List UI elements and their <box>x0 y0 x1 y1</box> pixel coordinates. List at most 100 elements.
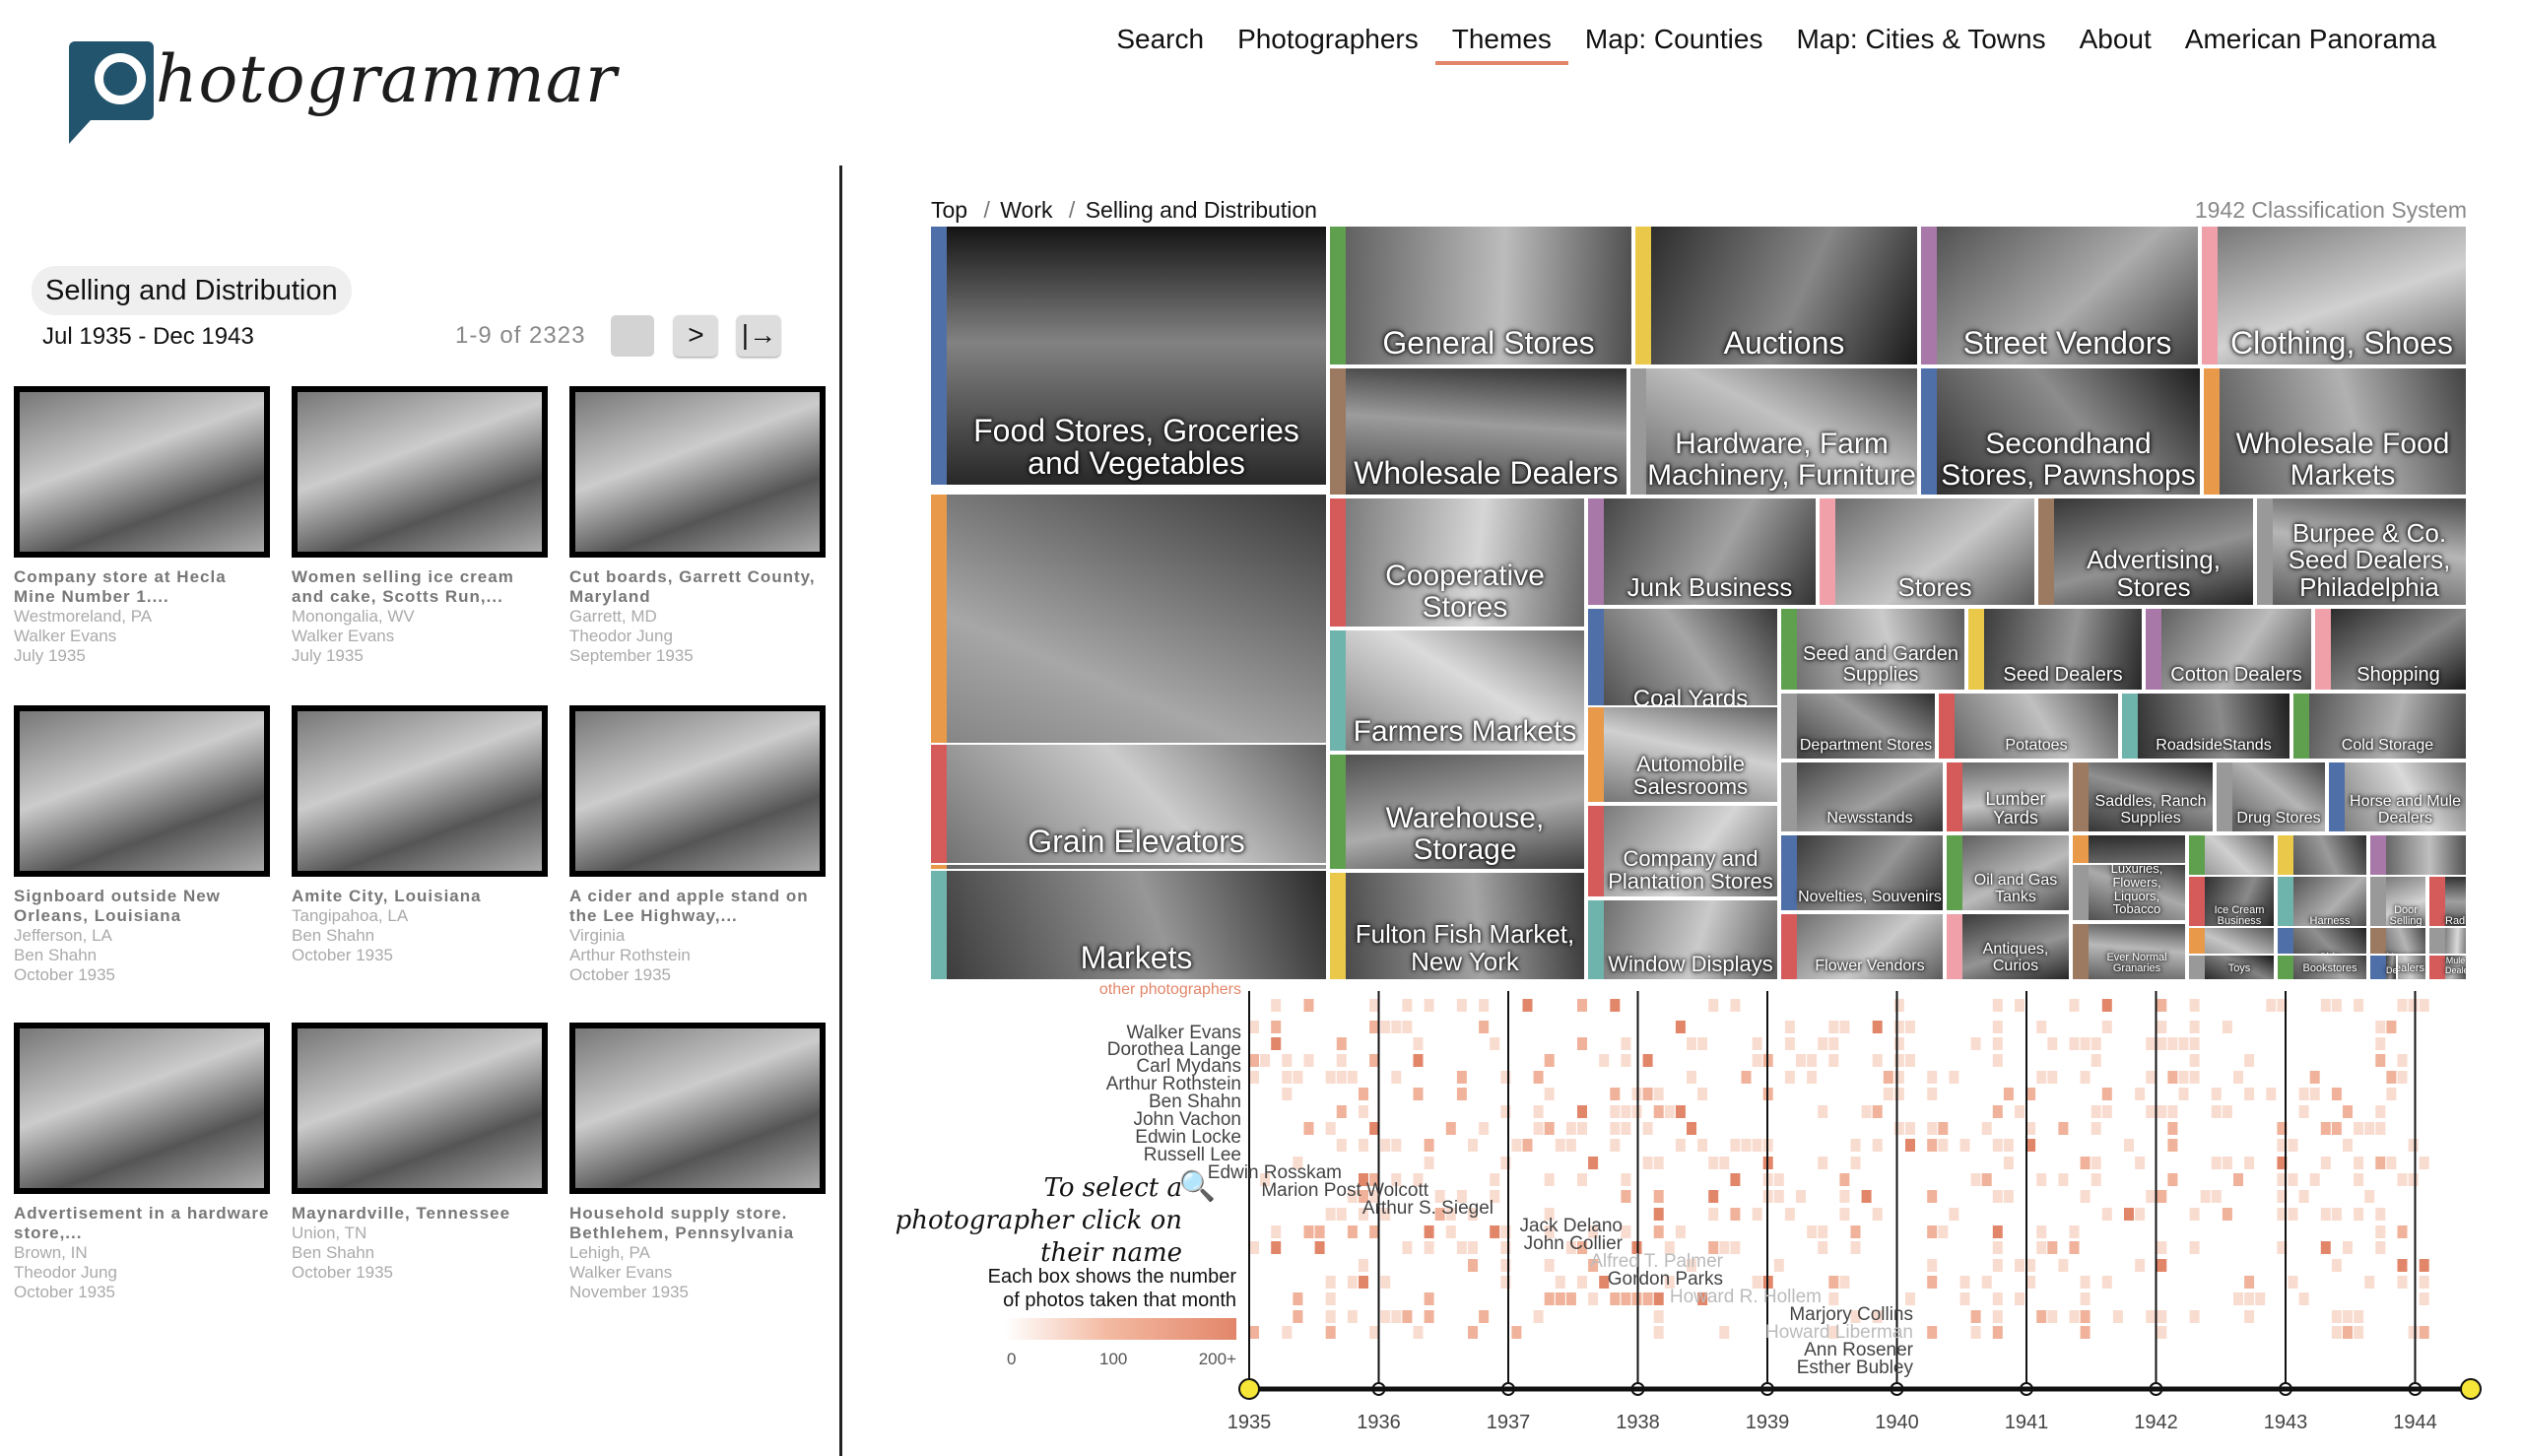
nav-themes[interactable]: Themes <box>1434 20 1568 65</box>
treemap-tile[interactable]: Potatoes <box>1937 692 2120 761</box>
treemap-tile[interactable]: Grain Elevators <box>929 743 1328 865</box>
heat-cell <box>2375 1157 2386 1169</box>
treemap-tile[interactable]: Door Selling <box>2368 875 2427 934</box>
last-page-button[interactable]: |→ <box>737 315 781 357</box>
tile-label: Cooperative Stores <box>1385 560 1545 624</box>
treemap-tile[interactable]: Luxuries, Flowers, Liquors, Tobacco <box>2071 863 2187 922</box>
treemap-tile[interactable]: General Stores <box>1328 225 1633 366</box>
treemap-tile[interactable]: Ever Normal Granaries <box>2071 922 2187 981</box>
photo-photographer[interactable]: Walker Evans <box>14 627 270 646</box>
photo-card[interactable]: Advertisement in a hardware store,... Bro… <box>14 1023 270 1302</box>
treemap-tile[interactable]: Horse and Mule Dealers <box>2427 954 2468 981</box>
treemap-tile[interactable]: Hardware, Farm Machinery, Furniture <box>1628 366 1919 496</box>
photo-photographer[interactable]: Ben Shahn <box>14 946 270 965</box>
treemap-tile[interactable]: Advertising, Stores <box>2036 496 2255 607</box>
next-page-button[interactable]: > <box>674 315 718 357</box>
breadcrumb-work[interactable]: Work <box>1000 197 1052 223</box>
treemap-tile[interactable]: Farmers Markets <box>1328 629 1586 753</box>
treemap-tile[interactable]: Newsstands <box>1779 761 1945 833</box>
photo-thumbnail[interactable] <box>14 705 270 877</box>
treemap-tile[interactable]: Wholesale Dealers <box>1328 366 1628 496</box>
photo-thumbnail[interactable] <box>14 386 270 558</box>
nav-about[interactable]: About <box>2063 20 2168 65</box>
photographer-name[interactable]: Arthur S. Siegel <box>1362 1199 1493 1218</box>
treemap-tile[interactable]: Department Stores <box>1779 692 1937 761</box>
photo-thumbnail[interactable] <box>569 705 826 877</box>
photo-photographer[interactable]: Ben Shahn <box>292 1243 548 1263</box>
photo-card[interactable]: Company store at Hecla Mine Number 1....… <box>14 386 270 666</box>
photo-thumbnail[interactable] <box>14 1023 270 1194</box>
treemap-tile[interactable]: Antiques, Curios <box>1945 912 2071 981</box>
treemap-tile[interactable]: Cotton Dealers <box>2144 607 2313 692</box>
heat-cell <box>2189 1037 2200 1050</box>
heat-cell <box>2266 999 2277 1012</box>
photo-card[interactable]: Household supply store. Bethlehem, Penns… <box>569 1023 826 1302</box>
legend-tick: 200+ <box>1198 1350 1236 1368</box>
photo-thumbnail[interactable] <box>569 1023 826 1194</box>
nav-map-cities-towns[interactable]: Map: Cities & Towns <box>1779 20 2062 65</box>
treemap-tile[interactable]: Seed and Garden Supplies <box>1779 607 1966 692</box>
treemap-tile[interactable]: Flower Vendors <box>1779 912 1945 981</box>
treemap-tile[interactable]: Coal Yards <box>1586 607 1779 717</box>
photo-card[interactable]: Women selling ice cream and cake, Scotts… <box>292 386 548 666</box>
treemap-tile[interactable]: Horse and Mule Dealers <box>2327 761 2468 833</box>
treemap-tile[interactable]: Auctions <box>1633 225 1919 366</box>
photographer-name[interactable]: Esther Bubley <box>1797 1358 1913 1377</box>
treemap-tile[interactable]: Street Vendors <box>1919 225 2200 366</box>
photo-photographer[interactable]: Arthur Rothstein <box>569 946 826 965</box>
treemap-tile[interactable]: Shopping <box>2313 607 2468 692</box>
other-photographers-label[interactable]: other photographers <box>1094 981 1241 999</box>
treemap-tile[interactable]: Seed Dealers <box>1966 607 2144 692</box>
photo-photographer[interactable]: Ben Shahn <box>292 926 548 946</box>
photo-card[interactable]: A cider and apple stand on the Lee Highw… <box>569 705 826 985</box>
photo-card[interactable]: Amite City, Louisiana Tangipahoa, LA Ben S… <box>292 705 548 965</box>
treemap-tile[interactable]: Automobile Salesrooms <box>1586 705 1779 804</box>
treemap-tile[interactable]: Bookstores <box>2276 954 2368 981</box>
treemap-tile[interactable]: RoadsideStands <box>2120 692 2291 761</box>
heat-cell <box>1271 1037 1282 1050</box>
photo-thumbnail[interactable] <box>292 1023 548 1194</box>
treemap-tile[interactable]: Fulton Fish Market, New York <box>1328 871 1586 981</box>
treemap-tile[interactable]: Junk Business <box>1586 496 1818 607</box>
photo-card[interactable]: Maynardville, Tennessee Union, TN Ben Shah… <box>292 1023 548 1283</box>
treemap-tile[interactable]: Dealers <box>2368 954 2398 981</box>
treemap-tile[interactable]: Window Displays <box>1586 898 1779 981</box>
photo-card[interactable]: Signboard outside New Orleans, Louisiana… <box>14 705 270 985</box>
photo-card[interactable]: Cut boards, Garrett County, Maryland Garr… <box>569 386 826 666</box>
treemap-tile[interactable]: Novelties, Souvenirs <box>1779 833 1945 912</box>
heat-cell <box>1708 1208 1719 1221</box>
treemap-tile[interactable]: Markets <box>929 869 1328 981</box>
treemap-tile[interactable]: Ice Cream Business <box>2187 875 2276 934</box>
nav-american-panorama[interactable]: American Panorama <box>2168 20 2453 65</box>
treemap-tile[interactable]: Stores <box>1818 496 2036 607</box>
treemap-tile[interactable]: Toys <box>2187 954 2276 981</box>
treemap-tile[interactable]: Saddles, Ranch Supplies <box>2071 761 2215 833</box>
treemap-tile[interactable]: Cold Storage <box>2291 692 2468 761</box>
photo-thumbnail[interactable] <box>292 705 548 877</box>
treemap-tile[interactable]: Food Stores, Groceries and Vegetables <box>929 225 1328 487</box>
photo-photographer[interactable]: Walker Evans <box>569 1263 826 1283</box>
treemap-tile[interactable]: Lumber Yards <box>1945 761 2071 833</box>
nav-photographers[interactable]: Photographers <box>1221 20 1435 65</box>
treemap-tile[interactable]: Wholesale Food Markets <box>2202 366 2468 496</box>
treemap-tile[interactable]: Oil and Gas Tanks <box>1945 833 2071 912</box>
photo-thumbnail[interactable] <box>292 386 548 558</box>
breadcrumb-top[interactable]: Top <box>931 197 967 223</box>
treemap-tile[interactable]: Secondhand Stores, Pawnshops <box>1919 366 2202 496</box>
treemap-tile[interactable]: Burpee & Co. Seed Dealers, Philadelphia <box>2255 496 2468 607</box>
photo-thumbnail[interactable] <box>569 386 826 558</box>
photo-photographer[interactable]: Theodor Jung <box>569 627 826 646</box>
treemap-tile[interactable]: Clothing, Shoes <box>2200 225 2468 366</box>
photo-photographer[interactable]: Walker Evans <box>292 627 548 646</box>
treemap-tile[interactable]: Warehouse, Storage <box>1328 753 1586 871</box>
treemap-tile[interactable]: Company and Plantation Stores <box>1586 804 1779 898</box>
treemap-tile[interactable]: Cooperative Stores <box>1328 496 1586 629</box>
nav-search[interactable]: Search <box>1099 20 1221 65</box>
prev-page-button[interactable] <box>611 315 655 357</box>
photo-photographer[interactable]: Theodor Jung <box>14 1263 270 1283</box>
treemap-tile[interactable]: Drug Stores <box>2215 761 2327 833</box>
treemap-tile[interactable]: Radios <box>2427 875 2468 934</box>
treemap-tile[interactable]: Harness <box>2276 875 2368 934</box>
nav-map-counties[interactable]: Map: Counties <box>1568 20 1780 65</box>
photogrammar-logo[interactable]: hotogrammar <box>69 35 617 144</box>
